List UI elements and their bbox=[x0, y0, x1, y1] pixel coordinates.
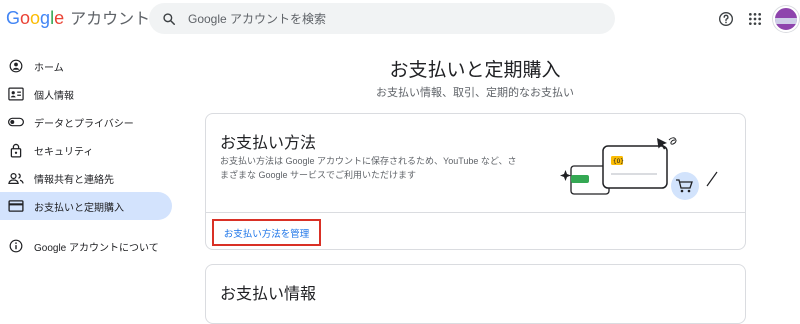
sidebar-item-label: 個人情報 bbox=[34, 90, 74, 102]
card-title: お支払い方法 bbox=[220, 135, 317, 152]
manage-payment-methods-link[interactable]: お支払い方法を管理 bbox=[212, 219, 321, 246]
page-subtitle: お支払い情報、取引、定期的なお支払い bbox=[376, 87, 574, 99]
svg-text:{O}: {O} bbox=[613, 158, 624, 165]
top-header: Google アカウント bbox=[0, 0, 800, 38]
logo-letter: G bbox=[6, 8, 21, 28]
logo-letter: o bbox=[20, 8, 31, 28]
google-account-logo[interactable]: Google アカウント bbox=[6, 8, 150, 30]
logo-letter: g bbox=[40, 8, 51, 28]
search-icon bbox=[163, 12, 176, 25]
sidebar-item-label: お支払いと定期購入 bbox=[34, 202, 124, 214]
sidebar-item-personal-info[interactable]: 個人情報 bbox=[0, 80, 180, 108]
sidebar-nav: ホーム 個人情報 データとプライバシー セキュリティ 情報共有と連絡先 お支払い… bbox=[0, 52, 180, 260]
apps-grid-icon bbox=[748, 12, 762, 26]
sidebar-item-home[interactable]: ホーム bbox=[0, 52, 180, 80]
sidebar-item-security[interactable]: セキュリティ bbox=[0, 136, 180, 164]
sidebar-item-payments[interactable]: お支払いと定期購入 bbox=[0, 192, 172, 220]
payment-methods-card: お支払い方法 お支払い方法は Google アカウントに保存されるため、YouT… bbox=[205, 113, 746, 250]
logo-letter: e bbox=[54, 8, 65, 28]
sidebar-item-data-privacy[interactable]: データとプライバシー bbox=[0, 108, 180, 136]
personal-info-icon bbox=[8, 86, 24, 102]
apps-button[interactable] bbox=[745, 9, 765, 29]
payment-illustration: {O} bbox=[560, 137, 718, 200]
sidebar-item-label: 情報共有と連絡先 bbox=[34, 174, 114, 186]
card-description: お支払い方法は Google アカウントに保存されるため、YouTube など、… bbox=[220, 156, 517, 180]
card-divider bbox=[206, 212, 745, 213]
account-avatar[interactable] bbox=[773, 6, 799, 32]
page-title: お支払いと定期購入 bbox=[389, 60, 561, 81]
payment-info-card: お支払い情報 bbox=[205, 264, 746, 324]
sidebar-item-label: データとプライバシー bbox=[34, 118, 134, 130]
lock-icon bbox=[8, 142, 24, 158]
toggle-icon bbox=[8, 114, 24, 130]
search-input[interactable] bbox=[188, 11, 588, 26]
info-icon bbox=[8, 238, 24, 254]
credit-card-icon bbox=[8, 198, 24, 214]
sidebar-item-label: セキュリティ bbox=[34, 146, 94, 158]
sidebar-item-about[interactable]: Google アカウントについて bbox=[0, 232, 180, 260]
home-icon bbox=[8, 58, 24, 74]
sidebar-item-label: ホーム bbox=[34, 62, 64, 74]
search-bar[interactable] bbox=[149, 3, 615, 34]
logo-letter: o bbox=[30, 8, 41, 28]
product-name: アカウント bbox=[70, 11, 151, 28]
sidebar-item-sharing[interactable]: 情報共有と連絡先 bbox=[0, 164, 180, 192]
card-title: お支払い情報 bbox=[220, 286, 317, 303]
people-icon bbox=[8, 170, 24, 186]
sidebar-item-label: Google アカウントについて bbox=[34, 242, 159, 254]
help-button[interactable] bbox=[716, 9, 736, 29]
help-icon bbox=[719, 12, 733, 26]
